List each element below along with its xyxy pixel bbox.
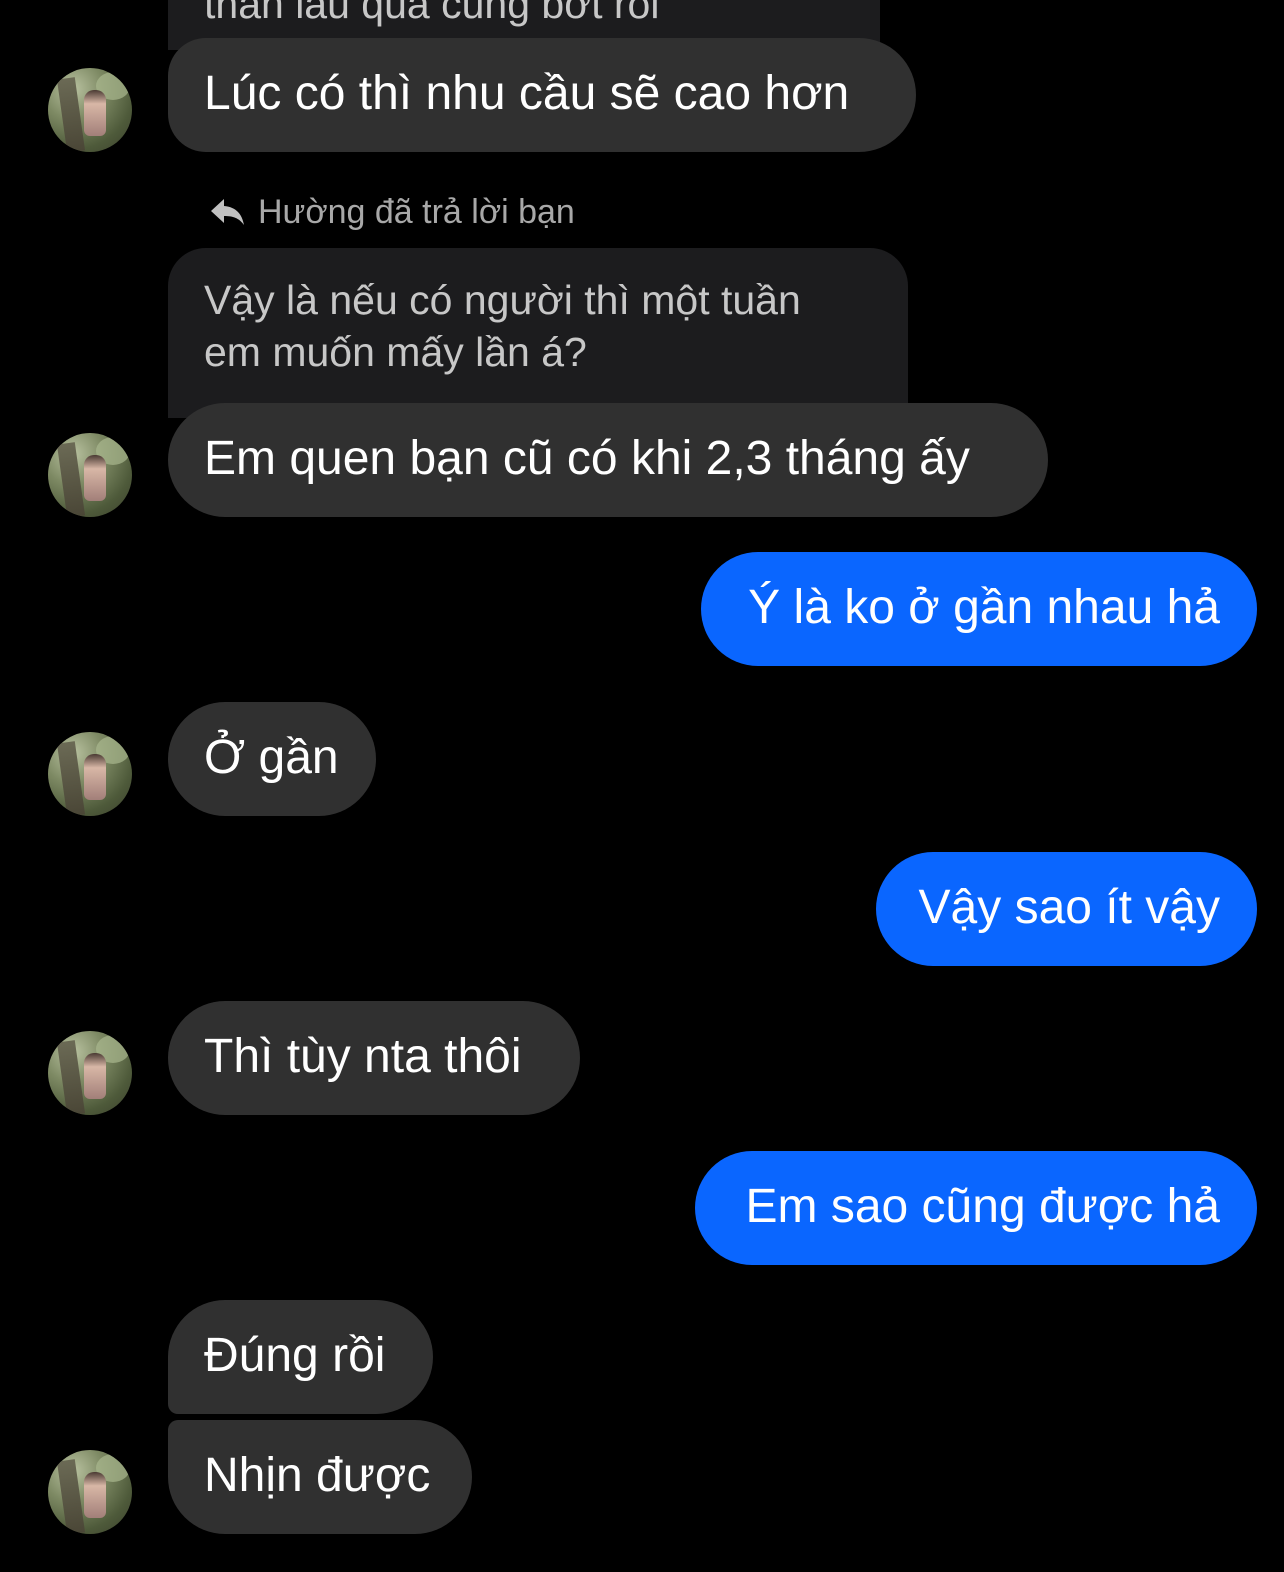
quoted-line-2: em muốn mấy lần á? bbox=[204, 329, 587, 375]
incoming-message-bubble[interactable]: Thì tùy nta thôi bbox=[168, 1001, 580, 1115]
incoming-message-bubble[interactable]: Lúc có thì nhu cầu sẽ cao hơn bbox=[168, 38, 916, 152]
contact-avatar[interactable] bbox=[48, 1031, 132, 1115]
contact-avatar[interactable] bbox=[48, 1450, 132, 1534]
outgoing-message-bubble[interactable]: Em sao cũng được hả bbox=[695, 1151, 1257, 1265]
message-text: Thì tùy nta thôi bbox=[204, 1030, 522, 1083]
message-text: Em sao cũng được hả bbox=[745, 1180, 1220, 1233]
outgoing-message-bubble[interactable]: Ý là ko ở gần nhau hả bbox=[701, 552, 1257, 666]
quoted-message[interactable]: Vậy là nếu có người thì một tuần em muốn… bbox=[168, 248, 908, 418]
contact-avatar[interactable] bbox=[48, 68, 132, 152]
message-text: Đúng rồi bbox=[204, 1329, 386, 1382]
incoming-message-bubble[interactable]: Ở gần bbox=[168, 702, 376, 816]
incoming-message-bubble[interactable]: Em quen bạn cũ có khi 2,3 tháng ấy bbox=[168, 403, 1048, 517]
reply-indicator: Hường đã trả lời bạn bbox=[208, 192, 575, 232]
contact-avatar[interactable] bbox=[48, 433, 132, 517]
outgoing-message-bubble[interactable]: Vậy sao ít vậy bbox=[876, 852, 1257, 966]
quoted-line-1: Vậy là nếu có người thì một tuần bbox=[204, 277, 801, 323]
message-text: Ở gần bbox=[204, 731, 339, 784]
incoming-message-bubble[interactable]: Nhịn được bbox=[168, 1420, 472, 1534]
reply-arrow-icon bbox=[211, 199, 244, 225]
message-text: Nhịn được bbox=[204, 1449, 431, 1502]
incoming-message-bubble[interactable]: Đúng rồi bbox=[168, 1300, 433, 1414]
message-text: Lúc có thì nhu cầu sẽ cao hơn bbox=[204, 67, 850, 120]
contact-avatar[interactable] bbox=[48, 732, 132, 816]
message-text: Em quen bạn cũ có khi 2,3 tháng ấy bbox=[204, 432, 970, 485]
message-text: Ý là ko ở gần nhau hả bbox=[748, 581, 1220, 634]
message-text: Vậy sao ít vậy bbox=[918, 881, 1220, 934]
previous-message-text: thân lâu quá cũng bớt rồi bbox=[204, 0, 660, 27]
reply-label-text: Hường đã trả lời bạn bbox=[258, 193, 575, 231]
